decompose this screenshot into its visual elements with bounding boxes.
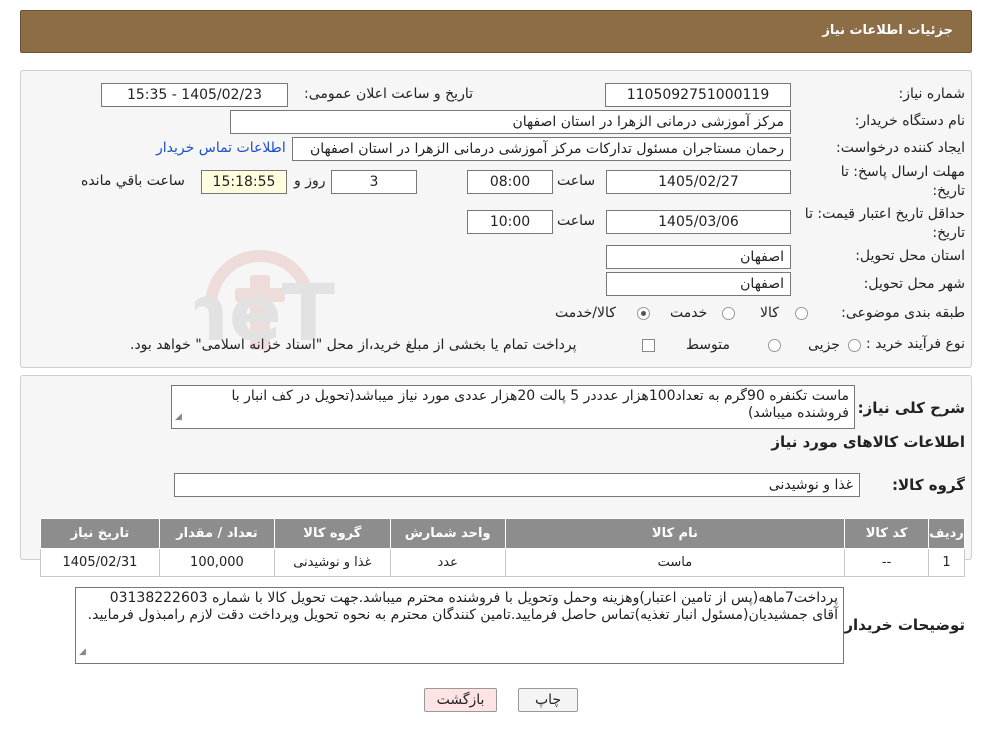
resize-grip-icon[interactable]: ◢ bbox=[79, 644, 86, 661]
item-name: ماست bbox=[504, 548, 846, 577]
item-code: -- bbox=[844, 548, 930, 577]
category-label: طبقه بندی موضوعی: bbox=[841, 305, 965, 321]
validity-label-line2: تاریخ: bbox=[932, 225, 965, 241]
goods-table: ردیف کد کالا نام کالا واحد شمارش گروه کا… bbox=[40, 518, 965, 577]
city-label: شهر محل تحویل: bbox=[863, 276, 965, 292]
description-label: شرح کلی نیاز: bbox=[857, 399, 965, 417]
description-textarea[interactable]: ماست تکنفره 90گرم به تعداد100هزار عدددر … bbox=[171, 385, 855, 429]
validity-time-label: ساعت bbox=[557, 213, 596, 229]
col-name-header: نام کالا bbox=[504, 518, 846, 549]
goods-group-label: گروه کالا: bbox=[892, 476, 965, 494]
need-number-field: 1105092751000119 bbox=[605, 83, 791, 107]
row-number: 1 bbox=[928, 548, 965, 577]
process-minor-label: جزیی bbox=[808, 337, 840, 353]
province-label: استان محل تحویل: bbox=[855, 248, 965, 264]
treasury-payment-checkbox[interactable] bbox=[642, 339, 655, 352]
process-label: نوع فرآیند خرید : bbox=[866, 336, 965, 352]
validity-date-field: 1405/03/06 bbox=[606, 210, 791, 234]
buyer-notes-label: توضیحات خریدار: bbox=[838, 616, 965, 634]
col-code-header: کد کالا bbox=[844, 518, 930, 549]
category-goods-service-label: کالا/خدمت bbox=[555, 305, 616, 321]
process-minor-radio[interactable] bbox=[848, 339, 861, 352]
deadline-date-field: 1405/02/27 bbox=[606, 170, 791, 194]
category-service-radio[interactable] bbox=[722, 307, 735, 320]
goods-group-field: غذا و نوشیدنی bbox=[174, 473, 860, 497]
goods-section-title: اطلاعات کالاهای مورد نیاز bbox=[771, 433, 965, 451]
category-goods-label: کالا bbox=[760, 305, 779, 321]
buyer-org-label: نام دستگاه خریدار: bbox=[854, 113, 965, 129]
creator-label: ایجاد کننده درخواست: bbox=[836, 140, 965, 156]
col-quantity-header: تعداد / مقدار bbox=[158, 518, 275, 549]
table-row: 1 -- ماست عدد غذا و نوشیدنی 100,000 1405… bbox=[40, 548, 965, 577]
item-need-date: 1405/02/31 bbox=[40, 548, 160, 577]
process-medium-radio[interactable] bbox=[768, 339, 781, 352]
buyer-notes-textarea[interactable]: پرداخت7ماهه(پس از تامین اعتبار)وهزینه وح… bbox=[75, 587, 844, 664]
item-quantity: 100,000 bbox=[158, 548, 275, 577]
validity-time-field: 10:00 bbox=[467, 210, 553, 234]
buyer-org-field: مرکز آموزشی درمانی الزهرا در استان اصفها… bbox=[230, 110, 791, 134]
category-service-label: خدمت bbox=[670, 305, 708, 321]
category-goods-radio[interactable] bbox=[795, 307, 808, 320]
validity-label: حداقل تاریخ اعتبار قیمت: تا bbox=[804, 206, 965, 222]
buyer-notes-text: پرداخت7ماهه(پس از تامین اعتبار)وهزینه وح… bbox=[87, 590, 838, 623]
treasury-payment-note: پرداخت تمام یا بخشی از مبلغ خرید،از محل … bbox=[130, 337, 577, 353]
item-group: غذا و نوشیدنی bbox=[273, 548, 391, 577]
remaining-time-label: ساعت باقي مانده bbox=[81, 173, 185, 189]
description-text: ماست تکنفره 90گرم به تعداد100هزار عدددر … bbox=[231, 388, 849, 421]
buyer-contact-link[interactable]: اطلاعات تماس خریدار bbox=[156, 140, 286, 156]
col-date-header: تاریخ نیاز bbox=[40, 518, 160, 549]
page-header: جزئیات اطلاعات نیاز bbox=[20, 10, 972, 53]
category-goods-service-radio[interactable] bbox=[637, 307, 650, 320]
page-title: جزئیات اطلاعات نیاز bbox=[822, 23, 953, 38]
deadline-label-line2: تاریخ: bbox=[932, 183, 965, 199]
item-unit: عدد bbox=[389, 548, 506, 577]
announce-field: 1405/02/23 - 15:35 bbox=[101, 83, 288, 107]
deadline-label: مهلت ارسال پاسخ: تا bbox=[840, 164, 965, 180]
city-field: اصفهان bbox=[606, 272, 791, 296]
print-button[interactable]: چاپ bbox=[518, 688, 578, 712]
remaining-time-field: 15:18:55 bbox=[201, 170, 287, 194]
announce-label: تاریخ و ساعت اعلان عمومی: bbox=[304, 86, 473, 102]
resize-grip-icon[interactable]: ◢ bbox=[175, 409, 182, 426]
process-medium-label: متوسط bbox=[686, 337, 730, 353]
province-field: اصفهان bbox=[606, 245, 791, 269]
col-row-header: ردیف bbox=[928, 518, 965, 549]
goods-table-header: ردیف کد کالا نام کالا واحد شمارش گروه کا… bbox=[40, 518, 965, 549]
deadline-time-label: ساعت bbox=[557, 173, 596, 189]
days-label: روز و bbox=[294, 173, 326, 189]
col-group-header: گروه کالا bbox=[273, 518, 391, 549]
creator-field: رحمان مستاجران مسئول تدارکات مرکز آموزشی… bbox=[292, 137, 791, 161]
need-number-label: شماره نیاز: bbox=[898, 86, 966, 102]
back-button[interactable]: بازگشت bbox=[424, 688, 497, 712]
col-unit-header: واحد شمارش bbox=[389, 518, 506, 549]
deadline-time-field: 08:00 bbox=[467, 170, 553, 194]
days-remaining-field: 3 bbox=[331, 170, 417, 194]
